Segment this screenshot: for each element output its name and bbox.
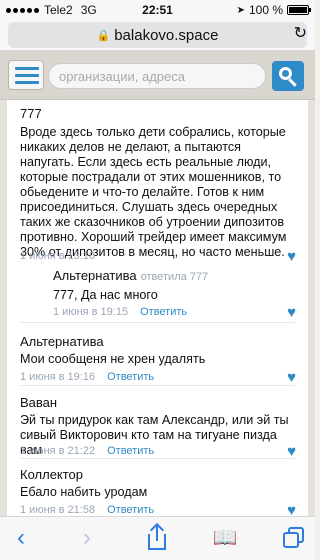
url-field[interactable]: 🔒 balakovo.space [8,22,307,48]
comment-date: 1 июня в 21:58 [20,504,96,516]
browser-url-bar: 🔒 balakovo.space ↻ [0,20,315,50]
comment-text: Мои сообщеня не хрен удалять [20,352,206,366]
battery-percent: 100 % [248,3,283,17]
heart-icon[interactable]: ♥ [287,248,296,265]
comment-meta: 1 июня в 19:16 Ответить [20,371,154,383]
hamburger-icon [15,67,39,70]
url-text: balakovo.space [114,26,219,44]
comment-meta: 1 июня в 21:58 Ответить [20,504,154,516]
reload-icon[interactable]: ↻ [294,23,307,43]
location-icon: ➤ [236,4,245,16]
heart-icon[interactable]: ♥ [287,369,296,386]
menu-button[interactable] [8,60,44,90]
replied-to: ответила 777 [140,271,209,283]
divider [20,385,295,386]
comment-author: Коллектор [20,467,84,482]
comments-panel[interactable]: 777 Вроде здесь только дети собрались, к… [7,100,308,516]
heart-icon[interactable]: ♥ [287,304,296,321]
tabs-icon[interactable] [280,525,306,553]
divider [20,458,295,459]
comment-text: Ебало набить уродам [20,485,148,499]
browser-toolbar: ‹ › 📖 [0,516,315,560]
reply-button[interactable]: Ответить [107,504,154,516]
map-background [308,100,315,516]
status-right: ➤ 100 % [236,3,311,17]
share-icon[interactable] [144,522,170,553]
comment-meta: 1 июня в 21:22 Ответить [20,445,154,457]
reply-button[interactable]: Ответить [107,371,154,383]
comment-text: 777, Да нас много [53,288,158,302]
comment-author: Альтернатива [20,334,104,349]
battery-icon [287,5,311,15]
comment-date: 1 июня в 13:10 [20,250,96,262]
comment-date: 1 июня в 19:15 [53,306,129,318]
comment-author: 777 [20,106,42,121]
comment-date: 1 июня в 21:22 [20,445,96,457]
divider [20,322,295,323]
search-input[interactable] [48,63,266,89]
map-background [0,100,7,516]
comment-date: 1 июня в 19:16 [20,371,96,383]
site-header [0,50,315,100]
chevron-left-icon[interactable]: ‹ [8,525,34,553]
book-icon[interactable]: 📖 [212,525,238,553]
comment-author: Ваван [20,395,58,410]
comment-meta: 1 июня в 19:15 Ответить [53,306,187,318]
search-button[interactable] [272,61,304,91]
reply-button[interactable]: Ответить [107,445,154,457]
reply-button[interactable]: Ответить [140,306,187,318]
heart-icon[interactable]: ♥ [287,502,296,516]
lock-icon: 🔒 [96,29,111,42]
comment-author: Альтернатива ответила 777 [53,268,209,283]
comment-meta: 1 июня в 13:10 [20,250,95,262]
status-bar: Tele2 3G 22:51 ➤ 100 % [0,0,315,20]
chevron-right-icon[interactable]: › [74,525,100,553]
comment-text: Вроде здесь только дети собрались, котор… [20,125,287,259]
